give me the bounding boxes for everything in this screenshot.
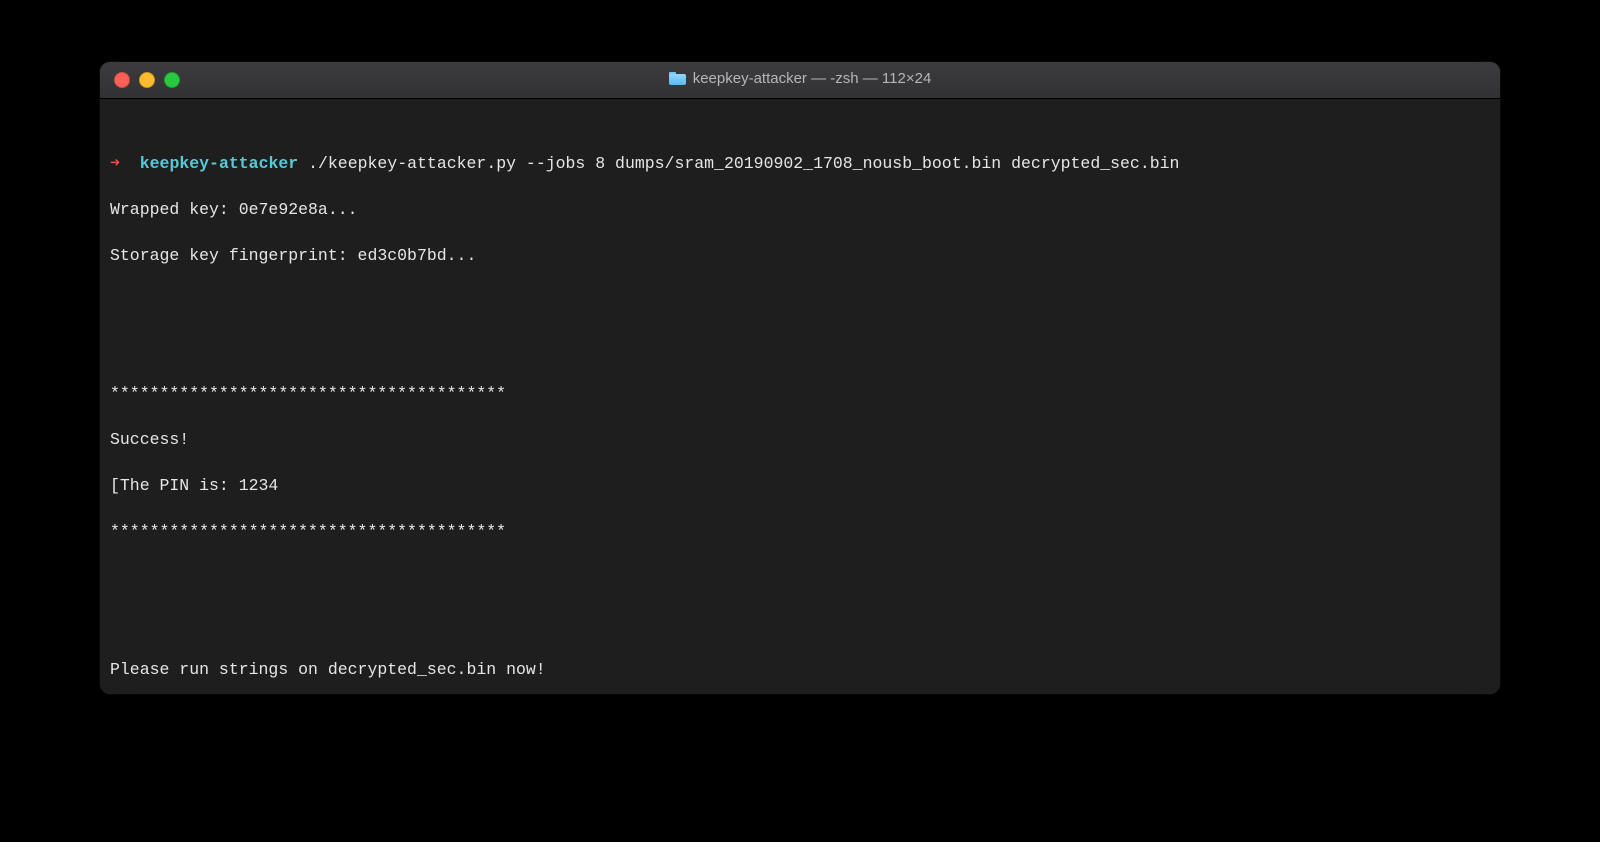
output-line: Storage key fingerprint: ed3c0b7bd...	[110, 244, 1490, 267]
window-controls	[114, 72, 180, 88]
output-line: Wrapped key: 0e7e92e8a...	[110, 198, 1490, 221]
prompt-arrow-icon: ➜	[110, 154, 120, 173]
terminal-window: keepkey-attacker — -zsh — 112×24 ➜ keepk…	[100, 62, 1500, 694]
titlebar: keepkey-attacker — -zsh — 112×24	[100, 62, 1500, 99]
window-title: keepkey-attacker — -zsh — 112×24	[693, 70, 932, 87]
terminal-output[interactable]: ➜ keepkey-attacker ./keepkey-attacker.py…	[100, 99, 1500, 694]
zoom-icon[interactable]	[164, 72, 180, 88]
separator-line: ****************************************	[110, 382, 1490, 405]
prompt-cwd: keepkey-attacker	[140, 154, 298, 173]
separator-line: ****************************************	[110, 520, 1490, 543]
close-icon[interactable]	[114, 72, 130, 88]
folder-icon	[669, 72, 686, 85]
command-1: ./keepkey-attacker.py --jobs 8 dumps/sra…	[308, 154, 1179, 173]
success-line: Success!	[110, 428, 1490, 451]
pin-line: [The PIN is: 1234	[110, 474, 1490, 497]
minimize-icon[interactable]	[139, 72, 155, 88]
hint-line: Please run strings on decrypted_sec.bin …	[110, 658, 1490, 681]
